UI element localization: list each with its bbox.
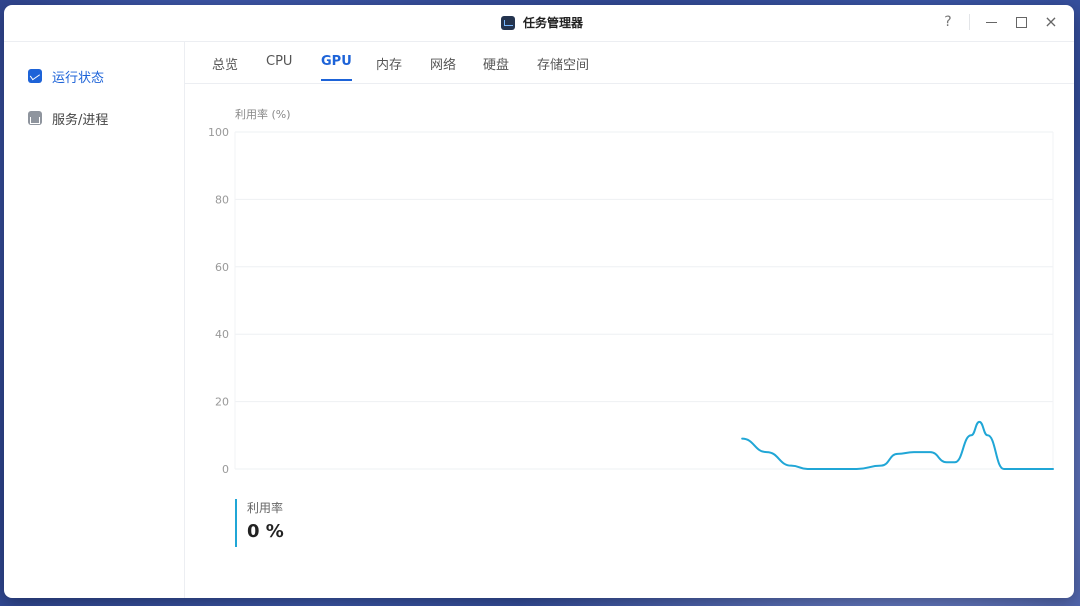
close-button[interactable]: × (1042, 13, 1060, 31)
y-tick-label: 80 (215, 193, 229, 206)
sidebar-item-performance[interactable]: 运行状态 (4, 55, 184, 97)
controls-divider (969, 14, 970, 30)
y-tick-label: 100 (208, 126, 229, 139)
minimize-button[interactable] (982, 13, 1000, 31)
task-manager-window: 任务管理器 ? × 运行状态 服务/进程 总览 CPU GPU 内存 网络 硬盘 (4, 5, 1074, 598)
tab-memory[interactable]: 内存 (376, 54, 402, 78)
maximize-button[interactable] (1012, 13, 1030, 31)
performance-icon (28, 69, 42, 83)
gpu-usage-chart: 利用率 (%) 0 20 40 60 80 100 (185, 84, 1074, 484)
y-tick-label: 0 (222, 463, 229, 476)
minimize-icon (985, 21, 997, 23)
sidebar-item-label: 运行状态 (52, 70, 105, 86)
window-controls: ? × (939, 13, 1060, 31)
sidebar: 运行状态 服务/进程 (4, 42, 185, 598)
tab-network[interactable]: 网络 (430, 54, 456, 78)
window-title: 任务管理器 (501, 14, 583, 31)
tab-storage[interactable]: 存储空间 (537, 54, 589, 78)
gpu-usage-line (741, 420, 1054, 470)
maximize-icon (1015, 16, 1027, 28)
y-tick-label: 20 (215, 396, 229, 409)
title-bar: 任务管理器 ? × (4, 5, 1074, 42)
legend-label: 利用率 (247, 501, 284, 515)
sidebar-item-processes[interactable]: 服务/进程 (4, 97, 184, 139)
legend-value: 0 % (247, 521, 284, 542)
help-icon[interactable]: ? (939, 13, 957, 31)
window-title-text: 任务管理器 (523, 16, 584, 30)
main-panel: 总览 CPU GPU 内存 网络 硬盘 存储空间 利用率 (%) 0 20 40 60… (185, 42, 1074, 598)
task-manager-icon (501, 15, 515, 30)
y-tick-label: 40 (215, 328, 229, 341)
usage-legend: 利用率 0 % (235, 499, 284, 547)
tab-overview[interactable]: 总览 (212, 54, 238, 78)
y-tick-label: 60 (215, 261, 229, 274)
tab-disk[interactable]: 硬盘 (483, 54, 509, 78)
sidebar-item-label: 服务/进程 (52, 112, 109, 128)
tab-bar: 总览 CPU GPU 内存 网络 硬盘 存储空间 (185, 42, 1074, 84)
tab-cpu[interactable]: CPU (266, 54, 292, 78)
line-chart: 0 20 40 60 80 100 (208, 126, 1054, 476)
tab-gpu[interactable]: GPU (321, 54, 352, 81)
process-icon (28, 111, 42, 125)
